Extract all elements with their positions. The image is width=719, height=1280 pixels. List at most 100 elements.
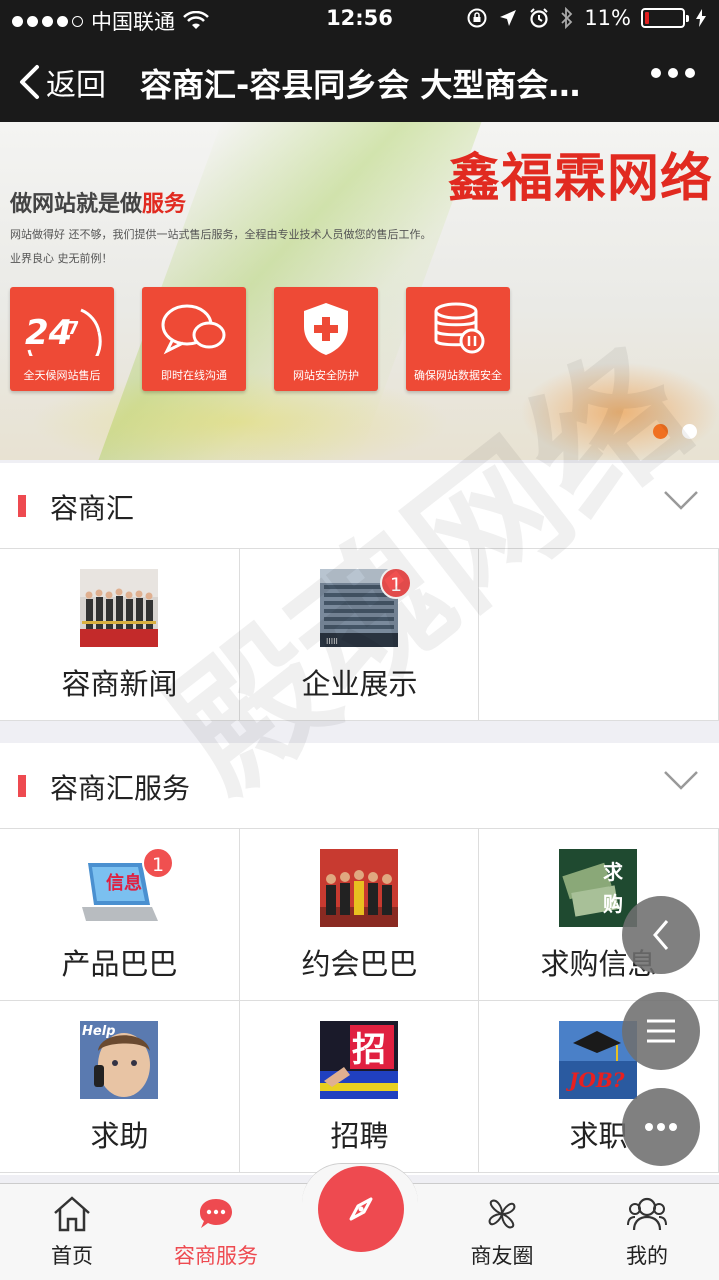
grid-item-label: 约会巴巴 xyxy=(301,947,418,981)
section2-grid: 信息 1 产品巴巴 约会巴巴 求购 求购 信息 Help 求助 招 招聘 JOB?… xyxy=(0,829,719,1175)
service-box-security: 网站安全防护 xyxy=(274,287,378,391)
svg-text:信息: 信息 xyxy=(106,872,142,894)
banner-headline-main: 做网站就是做 xyxy=(10,192,143,217)
back-label: 返回 xyxy=(46,68,106,103)
tab-label: 商友圈 xyxy=(470,1244,534,1268)
location-icon xyxy=(500,10,517,26)
floating-back-button[interactable] xyxy=(622,896,700,974)
grid-item-recruit[interactable]: 招 招聘 xyxy=(240,1001,479,1173)
grid-item-news[interactable]: 容商新闻 xyxy=(0,549,240,721)
floating-menu-button[interactable] xyxy=(622,992,700,1070)
grid-item-label: 产品巴巴 xyxy=(61,947,178,981)
service-box-chat: 即时在线沟通 xyxy=(142,287,246,391)
banner-headline-accent: 服务 xyxy=(142,192,187,217)
svg-text:求: 求 xyxy=(603,860,624,884)
svg-text:IIIII: IIIII xyxy=(326,637,338,646)
grid-item-help[interactable]: Help 求助 xyxy=(0,1001,240,1173)
section-title: 容商汇 xyxy=(50,492,135,525)
people-icon xyxy=(627,1197,667,1231)
grid-item-label: 容商新闻 xyxy=(61,667,178,701)
chat-bubbles-icon xyxy=(161,304,226,355)
more-menu-button[interactable] xyxy=(651,68,695,78)
banner-brand: 鑫福霖网络 xyxy=(447,148,713,209)
svg-text:招: 招 xyxy=(352,1030,386,1070)
carousel-dot[interactable] xyxy=(682,424,697,439)
banner-subtext: 网站做得好 还不够，我们提供一站式售后服务，全程由专业技术人员做您的售后工作。 xyxy=(10,228,432,241)
chevron-down-icon[interactable] xyxy=(663,769,699,791)
purchase-thumbnail: 求购 xyxy=(559,849,637,927)
compass-center-button[interactable] xyxy=(318,1166,404,1252)
grid-item-product[interactable]: 信息 1 产品巴巴 xyxy=(0,829,240,1001)
grid-item-empty xyxy=(479,549,719,721)
section-accent-bar xyxy=(18,495,26,517)
service-label: 即时在线沟通 xyxy=(161,369,227,382)
database-icon xyxy=(434,302,485,354)
service-box-data: 确保网站数据安全 xyxy=(406,287,510,391)
banner-subtext-2: 业界良心 史无前例！ xyxy=(10,252,113,265)
svg-text:购: 购 xyxy=(603,892,623,916)
rotation-lock-icon xyxy=(467,8,487,28)
tab-label: 我的 xyxy=(626,1244,668,1268)
carousel-dot[interactable] xyxy=(653,424,668,439)
tab-friends[interactable]: 商友圈 xyxy=(442,1194,562,1270)
status-bar: 中国联通 12:56 11% xyxy=(0,0,719,40)
page-title: 容商汇-容县同乡会 大型商会… xyxy=(140,66,581,104)
battery-percent: 11% xyxy=(584,6,631,30)
battery-icon xyxy=(641,8,689,28)
compass-icon xyxy=(349,1197,373,1221)
floating-more-button[interactable] xyxy=(622,1088,700,1166)
news-thumbnail xyxy=(80,569,158,647)
grid-item-label: 求助 xyxy=(90,1119,149,1153)
back-button[interactable]: 返回 xyxy=(18,60,106,104)
home-icon xyxy=(54,1196,90,1232)
dot-icon xyxy=(651,68,661,78)
service-box-support: 24 7 全天候网站售后 xyxy=(10,287,114,391)
chevron-left-icon xyxy=(20,65,39,99)
chevron-left-icon xyxy=(653,920,669,950)
svg-text:24: 24 xyxy=(25,313,72,353)
grid-item-label: 招聘 xyxy=(330,1119,389,1153)
dot-icon xyxy=(685,68,695,78)
help-thumbnail: Help xyxy=(80,1021,158,1099)
grid-item-enterprise[interactable]: IIIII 1 企业展示 xyxy=(240,549,479,721)
dot-icon xyxy=(668,68,678,78)
grid-item-label: 企业展示 xyxy=(301,667,418,701)
service-label: 网站安全防护 xyxy=(293,369,359,382)
charging-bolt-icon xyxy=(696,9,706,27)
service-label: 确保网站数据安全 xyxy=(414,369,502,382)
banner-headline: 做网站就是做服务 xyxy=(10,186,186,218)
more-dots-icon xyxy=(645,1123,677,1131)
chevron-down-icon[interactable] xyxy=(663,489,699,511)
battery-level xyxy=(645,12,649,24)
tab-services[interactable]: 容商服务 xyxy=(156,1194,276,1270)
section-header-rongshanghui[interactable]: 容商汇 xyxy=(0,463,719,549)
section1-grid: 容商新闻 IIIII 1 企业展示 xyxy=(0,549,719,721)
svg-text:7: 7 xyxy=(67,318,80,339)
section-accent-bar xyxy=(18,775,26,797)
bluetooth-icon xyxy=(561,7,573,29)
svg-text:JOB?: JOB? xyxy=(565,1068,625,1092)
notification-badge: 1 xyxy=(142,847,174,879)
tab-me[interactable]: 我的 xyxy=(587,1194,707,1270)
tab-label: 容商服务 xyxy=(174,1244,258,1268)
shield-icon xyxy=(304,303,348,355)
banner-carousel[interactable]: 鑫福霖网络 做网站就是做服务 网站做得好 还不够，我们提供一站式售后服务，全程由… xyxy=(0,122,719,460)
clock-247-icon: 247 xyxy=(25,308,102,356)
notification-badge: 1 xyxy=(380,567,412,599)
status-right: 11% xyxy=(466,6,707,30)
hamburger-menu-icon xyxy=(647,1019,675,1043)
grid-item-dating[interactable]: 约会巴巴 xyxy=(240,829,479,1001)
svg-text:Help: Help xyxy=(82,1024,115,1039)
service-label: 全天候网站售后 xyxy=(23,369,101,382)
alarm-icon xyxy=(530,8,549,28)
tab-home[interactable]: 首页 xyxy=(12,1194,132,1270)
recruit-thumbnail: 招 xyxy=(320,1021,398,1099)
nav-bar: 返回 容商汇-容县同乡会 大型商会… xyxy=(0,40,719,122)
banner-bg-shape xyxy=(520,362,719,460)
section-title: 容商汇服务 xyxy=(50,772,191,805)
pinwheel-icon xyxy=(488,1199,516,1229)
carousel-indicator xyxy=(653,424,697,439)
chat-icon xyxy=(200,1199,232,1228)
section-header-services[interactable]: 容商汇服务 xyxy=(0,743,719,829)
tab-label: 首页 xyxy=(51,1244,93,1268)
